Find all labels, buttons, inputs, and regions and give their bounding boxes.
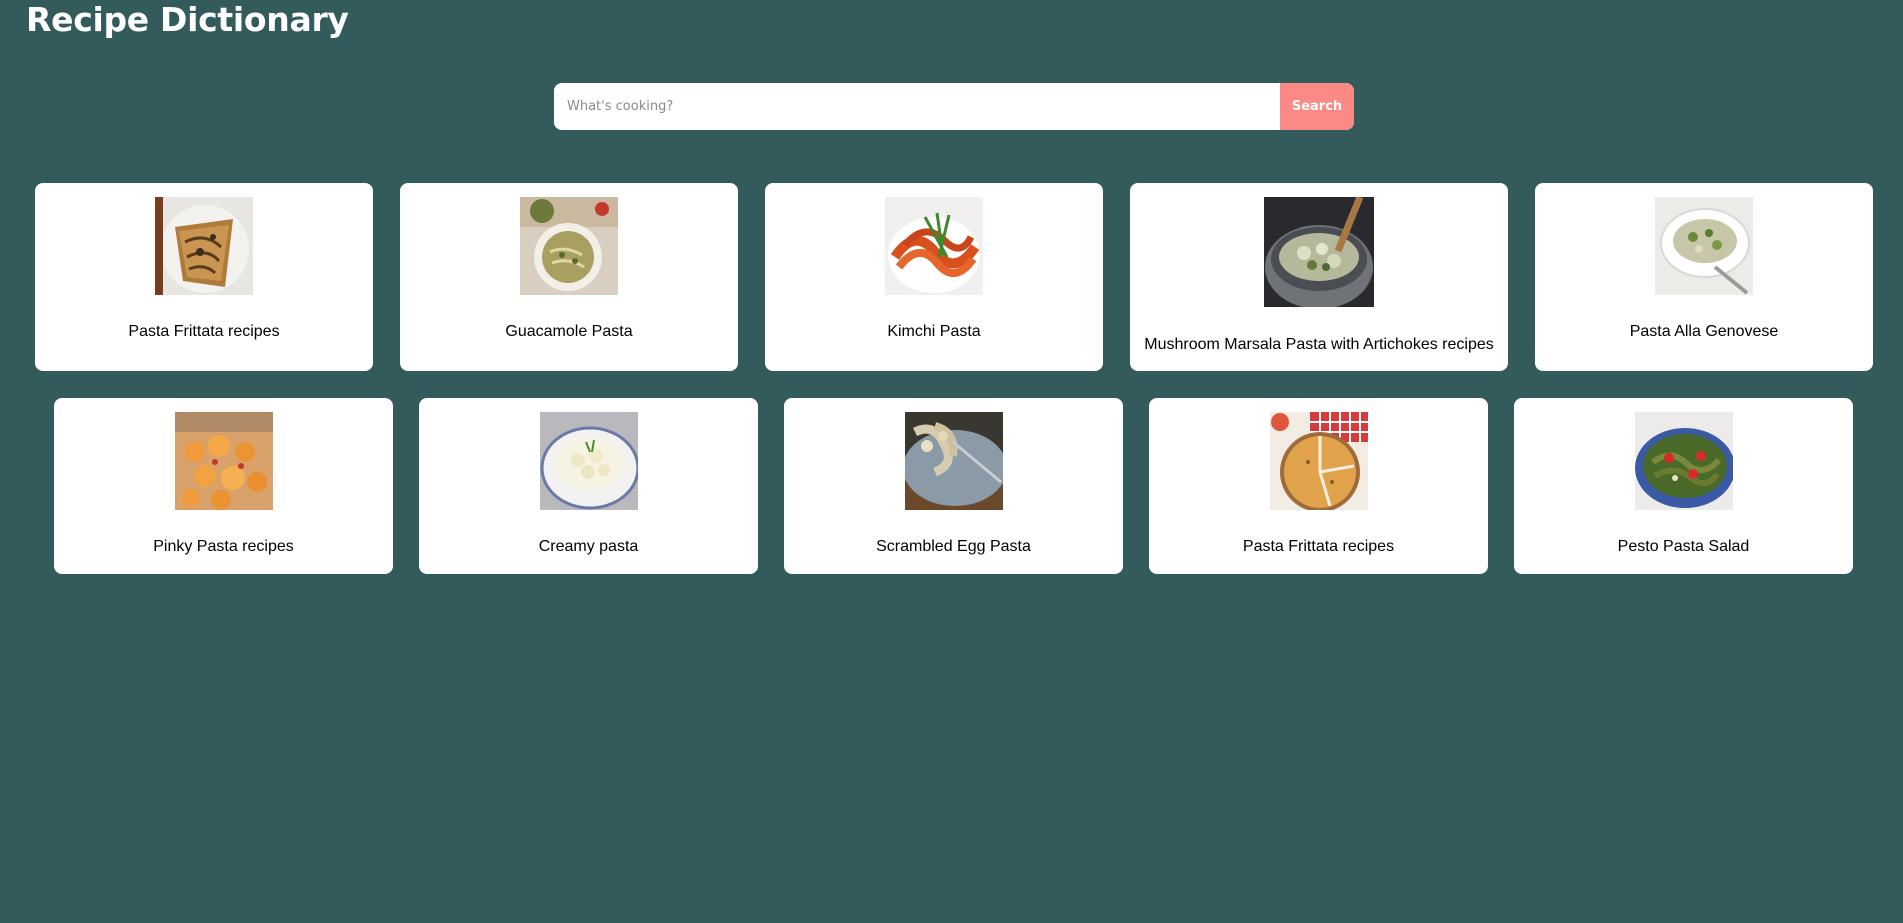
pasta-frittata-photo bbox=[155, 197, 253, 295]
recipe-name: Pesto Pasta Salad bbox=[1617, 538, 1750, 555]
recipe-row-2: Pinky Pasta recipes Creamy pasta Scrambl… bbox=[54, 398, 1853, 574]
kimchi-pasta-photo bbox=[885, 197, 983, 295]
search-bar: Search bbox=[554, 83, 1354, 130]
recipe-name: Kimchi Pasta bbox=[887, 323, 981, 340]
recipe-card[interactable]: Creamy pasta bbox=[419, 398, 758, 574]
recipe-card[interactable]: Scrambled Egg Pasta bbox=[784, 398, 1123, 574]
recipe-card[interactable]: Guacamole Pasta bbox=[400, 183, 738, 371]
mushroom-marsala-photo bbox=[1264, 197, 1374, 307]
pinky-pasta-photo bbox=[174, 412, 273, 510]
recipe-name: Pasta Frittata recipes bbox=[1242, 538, 1395, 555]
app-title: Recipe Dictionary bbox=[26, 0, 349, 39]
pesto-pasta-salad-photo bbox=[1634, 412, 1733, 510]
recipe-card[interactable]: Kimchi Pasta bbox=[765, 183, 1103, 371]
recipe-name: Scrambled Egg Pasta bbox=[876, 538, 1031, 555]
recipe-name: Creamy pasta bbox=[538, 538, 639, 555]
search-input[interactable] bbox=[554, 83, 1280, 130]
recipe-name: Mushroom Marsala Pasta with Artichokes r… bbox=[1144, 336, 1494, 353]
recipe-card[interactable]: Pinky Pasta recipes bbox=[54, 398, 393, 574]
creamy-pasta-photo bbox=[539, 412, 638, 510]
recipe-card[interactable]: Pasta Alla Genovese bbox=[1535, 183, 1873, 371]
recipe-card[interactable]: Pasta Frittata recipes bbox=[1149, 398, 1488, 574]
pasta-genovese-photo bbox=[1655, 197, 1753, 295]
recipe-card[interactable]: Pasta Frittata recipes bbox=[35, 183, 373, 371]
recipe-name: Guacamole Pasta bbox=[505, 323, 633, 340]
recipe-row-1: Pasta Frittata recipes Guacamole Pasta K… bbox=[35, 183, 1873, 371]
guacamole-pasta-photo bbox=[520, 197, 618, 295]
recipe-card[interactable]: Pesto Pasta Salad bbox=[1514, 398, 1853, 574]
recipe-name: Pinky Pasta recipes bbox=[153, 538, 294, 555]
recipe-card[interactable]: Mushroom Marsala Pasta with Artichokes r… bbox=[1130, 183, 1508, 371]
search-button[interactable]: Search bbox=[1280, 83, 1354, 130]
pasta-frittata-photo bbox=[1269, 412, 1368, 510]
scrambled-egg-pasta-photo bbox=[904, 412, 1003, 510]
recipe-name: Pasta Frittata recipes bbox=[128, 323, 280, 340]
recipe-name: Pasta Alla Genovese bbox=[1629, 323, 1779, 340]
